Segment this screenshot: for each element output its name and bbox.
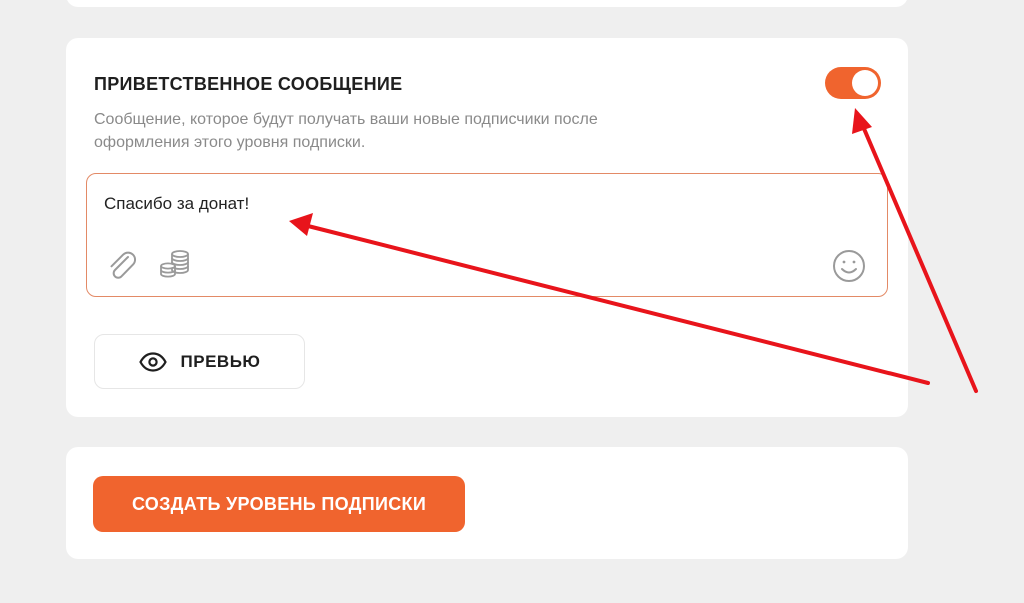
preview-button-label: ПРЕВЬЮ <box>180 351 261 371</box>
create-subscription-level-button[interactable]: СОЗДАТЬ УРОВЕНЬ ПОДПИСКИ <box>93 476 465 532</box>
greeting-toggle[interactable] <box>825 67 881 99</box>
preview-button[interactable]: ПРЕВЬЮ <box>94 334 305 389</box>
previous-section-card <box>66 0 908 7</box>
actions-card: СОЗДАТЬ УРОВЕНЬ ПОДПИСКИ <box>66 447 908 559</box>
eye-icon <box>138 351 167 372</box>
smile-icon[interactable] <box>831 248 867 284</box>
message-text[interactable]: Спасибо за донат! <box>104 194 249 214</box>
paperclip-icon[interactable] <box>104 248 140 284</box>
message-textarea[interactable]: Спасибо за донат! <box>86 173 888 297</box>
toggle-knob <box>852 70 878 96</box>
greeting-message-card: ПРИВЕТСТВЕННОЕ СООБЩЕНИЕ Сообщение, кото… <box>66 38 908 417</box>
section-title: ПРИВЕТСТВЕННОЕ СООБЩЕНИЕ <box>94 74 403 94</box>
coins-icon[interactable] <box>158 246 194 282</box>
section-description: Сообщение, которое будут получать ваши н… <box>94 111 598 151</box>
